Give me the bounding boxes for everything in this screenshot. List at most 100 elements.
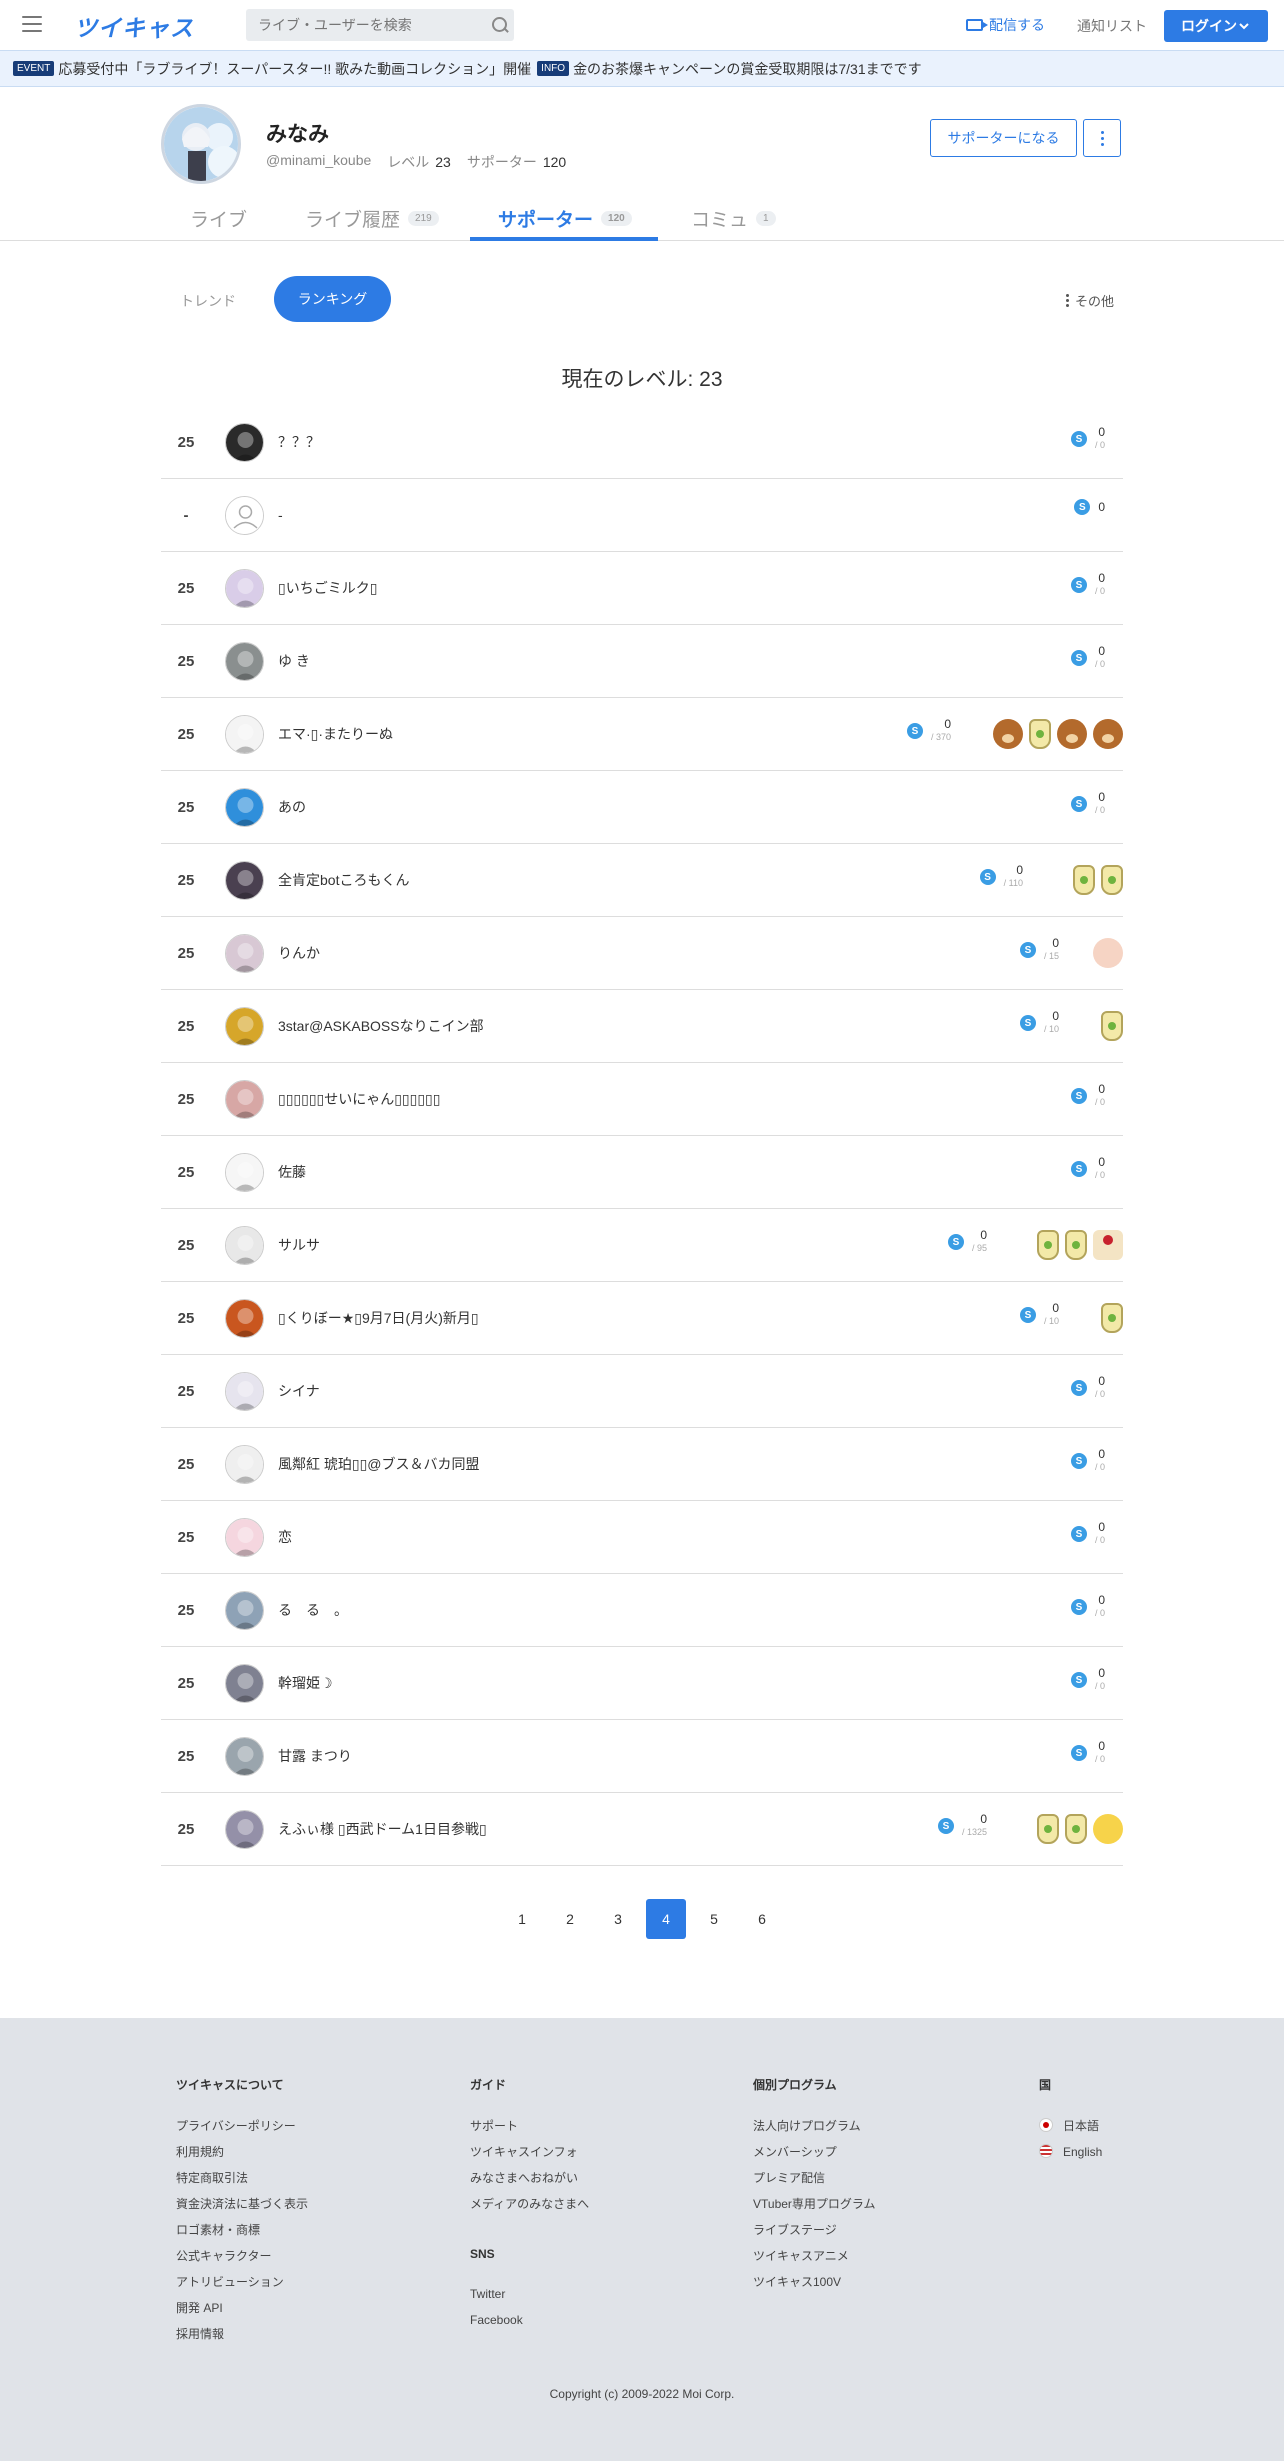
soda-gift-icon[interactable]: [1029, 719, 1051, 749]
sun-gift-icon[interactable]: [1093, 1814, 1123, 1844]
user-avatar[interactable]: [225, 1737, 264, 1776]
footer-link[interactable]: 採用情報: [176, 2321, 308, 2347]
ranking-filter[interactable]: ランキング: [274, 276, 391, 322]
user-avatar[interactable]: [225, 642, 264, 681]
ranking-row[interactable]: 25 シイナ S 0/ 0: [161, 1355, 1123, 1428]
page-2-button[interactable]: 2: [550, 1899, 590, 1939]
ranking-row[interactable]: 25 全肯定botころもくん S 0/ 110: [161, 844, 1123, 917]
menu-icon[interactable]: [22, 16, 42, 32]
footer-link[interactable]: 特定商取引法: [176, 2165, 308, 2191]
language-japanese[interactable]: 日本語: [1039, 2113, 1102, 2139]
ranking-row[interactable]: - - S0: [161, 479, 1123, 552]
footer-link[interactable]: 利用規約: [176, 2139, 308, 2165]
user-name[interactable]: ゆ き: [278, 625, 310, 698]
user-avatar[interactable]: [225, 1299, 264, 1338]
ranking-row[interactable]: 25 ？？？ S 0/ 0: [161, 406, 1123, 479]
user-name[interactable]: 恋: [278, 1501, 292, 1574]
user-name[interactable]: 風鄰紅 琥珀▯▯@ブス＆バカ同盟: [278, 1428, 480, 1501]
soda-gift-icon[interactable]: [1037, 1230, 1059, 1260]
login-button[interactable]: ログイン: [1164, 10, 1268, 42]
cake-gift-icon[interactable]: [1093, 1230, 1123, 1260]
footer-link[interactable]: メディアのみなさまへ: [470, 2191, 589, 2217]
user-name[interactable]: シイナ: [278, 1355, 320, 1428]
ranking-row[interactable]: 25 ゆ き S 0/ 0: [161, 625, 1123, 698]
soda-gift-icon[interactable]: [1065, 1814, 1087, 1844]
bear-gift-icon[interactable]: [1093, 719, 1123, 749]
footer-link[interactable]: 資金決済法に基づく表示: [176, 2191, 308, 2217]
user-name[interactable]: ？？？: [278, 406, 320, 479]
ranking-row[interactable]: 25 幹瑠姫☽ S 0/ 0: [161, 1647, 1123, 1720]
ranking-row[interactable]: 25 ▯▯▯▯▯▯せいにゃん▯▯▯▯▯▯ S 0/ 0: [161, 1063, 1123, 1136]
tab-community[interactable]: コミュ 1: [691, 205, 776, 232]
user-name[interactable]: サルサ: [278, 1209, 320, 1282]
footer-link[interactable]: サポート: [470, 2113, 589, 2139]
user-name[interactable]: 甘露 まつり: [278, 1720, 352, 1793]
profile-avatar[interactable]: [161, 104, 241, 184]
ranking-row[interactable]: 25 佐藤 S 0/ 0: [161, 1136, 1123, 1209]
soda-gift-icon[interactable]: [1065, 1230, 1087, 1260]
info-text[interactable]: 金のお茶爆キャンペーンの賞金受取期限は7/31までです: [573, 59, 922, 79]
user-name[interactable]: -: [278, 479, 283, 552]
footer-link[interactable]: ライブステージ: [753, 2217, 876, 2243]
footer-link[interactable]: プライバシーポリシー: [176, 2113, 308, 2139]
ranking-row[interactable]: 25 ▯くりぼー★▯9月7日(月火)新月▯ S 0/ 10: [161, 1282, 1123, 1355]
user-name[interactable]: あの: [278, 771, 306, 844]
bear-gift-icon[interactable]: [1057, 719, 1087, 749]
announcement-ticker[interactable]: EVENT 応募受付中「ラブライブ！スーパースター!! 歌みた動画コレクション」…: [0, 50, 1284, 87]
soda-gift-icon[interactable]: [1101, 1303, 1123, 1333]
user-avatar[interactable]: [225, 496, 264, 535]
soda-gift-icon[interactable]: [1073, 865, 1095, 895]
tab-live[interactable]: ライブ: [190, 205, 247, 232]
trend-filter[interactable]: トレンド: [180, 291, 236, 311]
site-logo[interactable]: ツイキャス: [74, 9, 194, 43]
user-avatar[interactable]: [225, 788, 264, 827]
page-1-button[interactable]: 1: [502, 1899, 542, 1939]
user-name[interactable]: えふぃ様 ▯西武ドーム1日目参戦▯: [278, 1793, 487, 1866]
ranking-row[interactable]: 25 3star@ASKABOSSなりこイン部 S 0/ 10: [161, 990, 1123, 1063]
ranking-row[interactable]: 25 あの S 0/ 0: [161, 771, 1123, 844]
page-5-button[interactable]: 5: [694, 1899, 734, 1939]
footer-link[interactable]: プレミア配信: [753, 2165, 876, 2191]
more-options-button[interactable]: [1083, 119, 1121, 157]
tab-supporters[interactable]: サポーター 120: [498, 205, 632, 232]
hand-gift-icon[interactable]: [1093, 938, 1123, 968]
user-avatar[interactable]: [225, 1226, 264, 1265]
page-3-button[interactable]: 3: [598, 1899, 638, 1939]
page-6-button[interactable]: 6: [742, 1899, 782, 1939]
user-avatar[interactable]: [225, 423, 264, 462]
ranking-row[interactable]: 25 サルサ S 0/ 95: [161, 1209, 1123, 1282]
soda-gift-icon[interactable]: [1037, 1814, 1059, 1844]
broadcast-button[interactable]: 配信する: [966, 15, 1045, 35]
ranking-row[interactable]: 25 りんか S 0/ 15: [161, 917, 1123, 990]
soda-gift-icon[interactable]: [1101, 1011, 1123, 1041]
footer-link[interactable]: アトリビューション: [176, 2269, 308, 2295]
footer-link[interactable]: 法人向けプログラム: [753, 2113, 876, 2139]
ranking-row[interactable]: 25 甘露 まつり S 0/ 0: [161, 1720, 1123, 1793]
footer-link[interactable]: みなさまへおねがい: [470, 2165, 589, 2191]
ranking-row[interactable]: 25 えふぃ様 ▯西武ドーム1日目参戦▯ S 0/ 1325: [161, 1793, 1123, 1866]
footer-link[interactable]: ツイキャスインフォ: [470, 2139, 589, 2165]
page-4-button[interactable]: 4: [646, 1899, 686, 1939]
footer-link[interactable]: VTuber専用プログラム: [753, 2191, 876, 2217]
user-name[interactable]: エマ·▯·またりーぬ: [278, 698, 393, 771]
user-avatar[interactable]: [225, 1153, 264, 1192]
footer-link[interactable]: ツイキャス100V: [753, 2269, 876, 2295]
become-supporter-button[interactable]: サポーターになる: [930, 119, 1077, 157]
user-avatar[interactable]: [225, 1445, 264, 1484]
user-avatar[interactable]: [225, 1007, 264, 1046]
user-avatar[interactable]: [225, 715, 264, 754]
user-name[interactable]: 幹瑠姫☽: [278, 1647, 333, 1720]
notifications-link[interactable]: 通知リスト: [1077, 16, 1147, 36]
user-name[interactable]: ▯いちごミルク▯: [278, 552, 377, 625]
soda-gift-icon[interactable]: [1101, 865, 1123, 895]
footer-link[interactable]: 開発 API: [176, 2295, 308, 2321]
event-text[interactable]: 応募受付中「ラブライブ！スーパースター!! 歌みた動画コレクション」開催: [58, 59, 531, 79]
user-avatar[interactable]: [225, 569, 264, 608]
search-box[interactable]: [246, 9, 514, 41]
user-name[interactable]: る る 。: [278, 1574, 348, 1647]
user-name[interactable]: 3star@ASKABOSSなりこイン部: [278, 990, 484, 1063]
ranking-row[interactable]: 25 る る 。 S 0/ 0: [161, 1574, 1123, 1647]
user-avatar[interactable]: [225, 934, 264, 973]
footer-link[interactable]: Twitter: [470, 2281, 589, 2307]
user-avatar[interactable]: [225, 1518, 264, 1557]
